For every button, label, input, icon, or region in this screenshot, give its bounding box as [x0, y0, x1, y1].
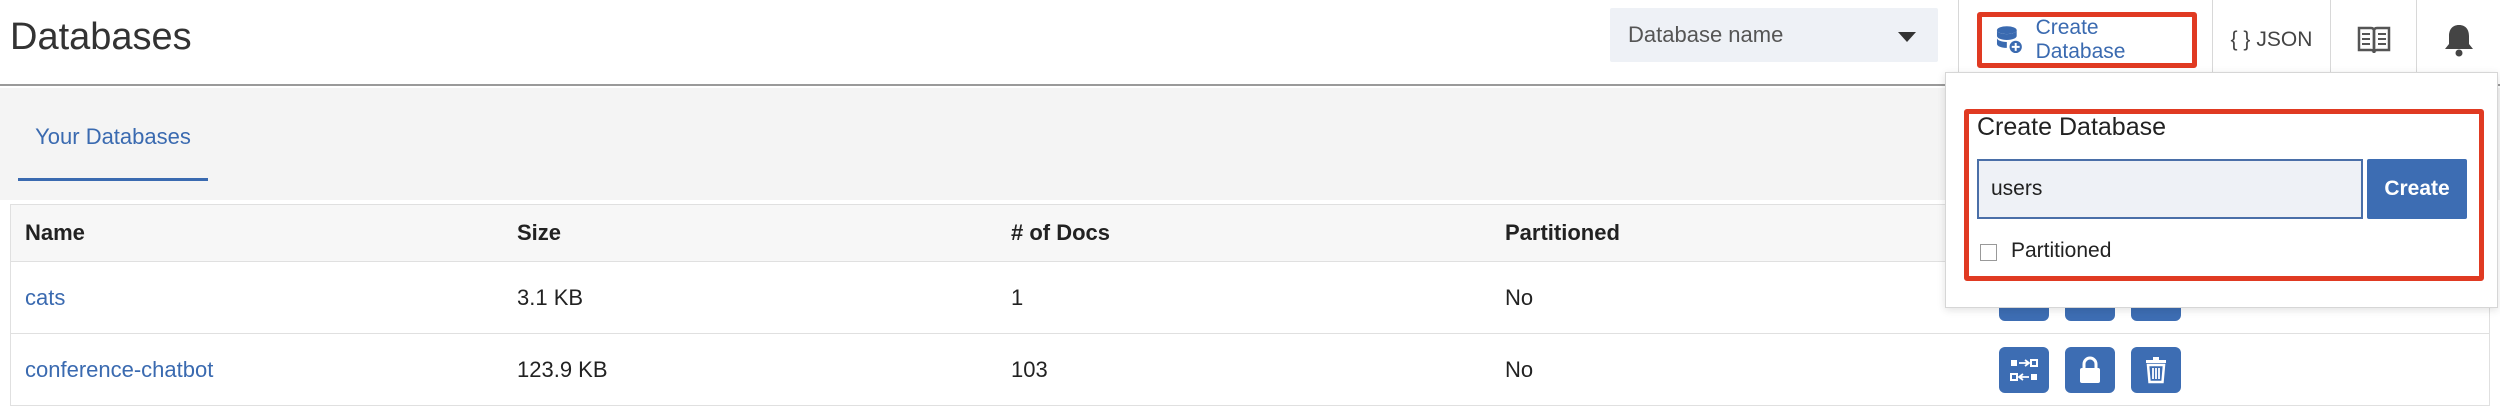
database-doc-count: 103 — [1011, 356, 1048, 382]
database-size: 123.9 KB — [517, 356, 608, 382]
chevron-down-icon — [1898, 32, 1916, 42]
create-database-button[interactable]: Create Database — [1958, 0, 2212, 80]
replicate-icon — [2010, 358, 2038, 381]
column-header-size[interactable]: Size — [517, 205, 561, 261]
column-header-name[interactable]: Name — [25, 205, 85, 261]
column-header-partitioned: Partitioned — [1505, 220, 1620, 245]
braces-icon: { } — [2230, 28, 2251, 51]
create-button[interactable]: Create — [2367, 159, 2467, 219]
partitioned-checkbox[interactable] — [1980, 244, 1997, 261]
row-actions — [1999, 334, 2181, 405]
popover-title: Create Database — [1977, 113, 2167, 141]
bell-icon — [2444, 25, 2473, 57]
active-tab-indicator — [18, 178, 208, 181]
trash-icon — [2146, 356, 2166, 383]
database-doc-count: 1 — [1011, 284, 1024, 310]
database-name-placeholder: Database name — [1628, 22, 1784, 47]
page-title: Databases — [10, 16, 192, 58]
create-database-highlight[interactable]: Create Database — [1977, 12, 2197, 68]
create-database-label: Create Database — [2035, 16, 2126, 63]
delete-button[interactable] — [2131, 346, 2181, 393]
column-header-docs[interactable]: # of Docs — [1011, 205, 1110, 261]
documentation-button[interactable] — [2330, 0, 2416, 80]
database-partitioned: No — [1505, 356, 1534, 382]
tab-your-databases[interactable]: Your Databases — [18, 124, 208, 150]
database-name-input[interactable] — [1977, 159, 2363, 219]
database-add-icon — [1996, 26, 2024, 55]
database-partitioned: No — [1505, 284, 1534, 310]
database-name-select[interactable]: Database name — [1610, 8, 1938, 62]
book-icon — [2357, 26, 2390, 54]
table-row: conference-chatbot 123.9 KB 103 No — [10, 334, 2490, 406]
database-size: 3.1 KB — [517, 284, 584, 310]
create-database-popover: Create Database Create Partitioned — [1945, 72, 2498, 308]
database-link[interactable]: conference-chatbot — [25, 334, 213, 405]
json-label: JSON — [2256, 28, 2313, 51]
replicate-button[interactable] — [1999, 346, 2049, 393]
json-view-button[interactable]: { } JSON — [2212, 0, 2330, 80]
partitioned-label[interactable]: Partitioned — [2011, 239, 2111, 263]
notifications-button[interactable] — [2416, 0, 2500, 80]
database-link[interactable]: cats — [25, 262, 65, 333]
lock-icon — [2080, 356, 2100, 383]
permissions-button[interactable] — [2065, 346, 2115, 393]
